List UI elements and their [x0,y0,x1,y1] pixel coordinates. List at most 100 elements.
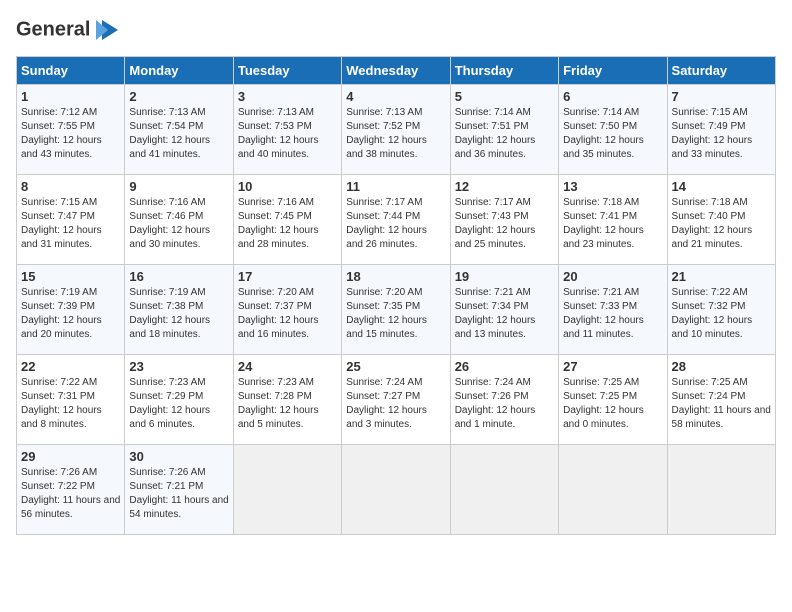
day-number: 21 [672,269,771,284]
day-number: 19 [455,269,554,284]
sunset-label: Sunset: 7:37 PM [238,301,312,312]
sunset-label: Sunset: 7:34 PM [455,301,529,312]
calendar-day-cell: 4 Sunrise: 7:13 AM Sunset: 7:52 PM Dayli… [342,85,450,175]
calendar-table: SundayMondayTuesdayWednesdayThursdayFrid… [16,56,776,535]
day-info: Sunrise: 7:13 AM Sunset: 7:53 PM Dayligh… [238,106,337,162]
daylight-label: Daylight: 12 hours and 28 minutes. [238,225,319,250]
daylight-label: Daylight: 12 hours and 8 minutes. [21,405,102,430]
sunrise-label: Sunrise: 7:25 AM [563,377,639,388]
daylight-label: Daylight: 12 hours and 16 minutes. [238,315,319,340]
sunset-label: Sunset: 7:39 PM [21,301,95,312]
day-number: 1 [21,89,120,104]
sunset-label: Sunset: 7:55 PM [21,121,95,132]
sunset-label: Sunset: 7:26 PM [455,391,529,402]
page-header: General [16,16,776,44]
day-info: Sunrise: 7:24 AM Sunset: 7:26 PM Dayligh… [455,376,554,432]
day-number: 6 [563,89,662,104]
weekday-header-cell: Tuesday [233,57,341,85]
daylight-label: Daylight: 12 hours and 41 minutes. [129,135,210,160]
day-info: Sunrise: 7:22 AM Sunset: 7:31 PM Dayligh… [21,376,120,432]
calendar-day-cell: 14 Sunrise: 7:18 AM Sunset: 7:40 PM Dayl… [667,175,775,265]
sunset-label: Sunset: 7:44 PM [346,211,420,222]
sunrise-label: Sunrise: 7:24 AM [455,377,531,388]
logo: General [16,16,120,44]
daylight-label: Daylight: 12 hours and 0 minutes. [563,405,644,430]
calendar-day-cell: 9 Sunrise: 7:16 AM Sunset: 7:46 PM Dayli… [125,175,233,265]
calendar-day-cell: 20 Sunrise: 7:21 AM Sunset: 7:33 PM Dayl… [559,265,667,355]
calendar-day-cell: 12 Sunrise: 7:17 AM Sunset: 7:43 PM Dayl… [450,175,558,265]
day-number: 14 [672,179,771,194]
sunrise-label: Sunrise: 7:14 AM [563,107,639,118]
day-info: Sunrise: 7:25 AM Sunset: 7:25 PM Dayligh… [563,376,662,432]
sunrise-label: Sunrise: 7:13 AM [346,107,422,118]
day-number: 23 [129,359,228,374]
calendar-day-cell: 28 Sunrise: 7:25 AM Sunset: 7:24 PM Dayl… [667,355,775,445]
day-info: Sunrise: 7:23 AM Sunset: 7:28 PM Dayligh… [238,376,337,432]
day-number: 11 [346,179,445,194]
day-info: Sunrise: 7:12 AM Sunset: 7:55 PM Dayligh… [21,106,120,162]
sunrise-label: Sunrise: 7:22 AM [21,377,97,388]
sunrise-label: Sunrise: 7:26 AM [21,467,97,478]
calendar-day-cell: 3 Sunrise: 7:13 AM Sunset: 7:53 PM Dayli… [233,85,341,175]
day-info: Sunrise: 7:18 AM Sunset: 7:41 PM Dayligh… [563,196,662,252]
daylight-label: Daylight: 12 hours and 20 minutes. [21,315,102,340]
daylight-label: Daylight: 12 hours and 6 minutes. [129,405,210,430]
day-info: Sunrise: 7:22 AM Sunset: 7:32 PM Dayligh… [672,286,771,342]
sunset-label: Sunset: 7:52 PM [346,121,420,132]
day-number: 28 [672,359,771,374]
daylight-label: Daylight: 12 hours and 21 minutes. [672,225,753,250]
sunrise-label: Sunrise: 7:19 AM [129,287,205,298]
sunrise-label: Sunrise: 7:25 AM [672,377,748,388]
day-number: 4 [346,89,445,104]
sunset-label: Sunset: 7:45 PM [238,211,312,222]
day-number: 3 [238,89,337,104]
day-info: Sunrise: 7:14 AM Sunset: 7:51 PM Dayligh… [455,106,554,162]
day-number: 16 [129,269,228,284]
day-number: 5 [455,89,554,104]
day-info: Sunrise: 7:16 AM Sunset: 7:46 PM Dayligh… [129,196,228,252]
sunset-label: Sunset: 7:50 PM [563,121,637,132]
calendar-week-row: 15 Sunrise: 7:19 AM Sunset: 7:39 PM Dayl… [17,265,776,355]
sunset-label: Sunset: 7:35 PM [346,301,420,312]
day-number: 18 [346,269,445,284]
calendar-day-cell: 27 Sunrise: 7:25 AM Sunset: 7:25 PM Dayl… [559,355,667,445]
calendar-day-cell [667,445,775,535]
sunrise-label: Sunrise: 7:23 AM [238,377,314,388]
calendar-day-cell: 21 Sunrise: 7:22 AM Sunset: 7:32 PM Dayl… [667,265,775,355]
sunrise-label: Sunrise: 7:21 AM [455,287,531,298]
sunrise-label: Sunrise: 7:24 AM [346,377,422,388]
calendar-day-cell: 11 Sunrise: 7:17 AM Sunset: 7:44 PM Dayl… [342,175,450,265]
sunset-label: Sunset: 7:31 PM [21,391,95,402]
day-number: 17 [238,269,337,284]
weekday-header-cell: Wednesday [342,57,450,85]
day-info: Sunrise: 7:21 AM Sunset: 7:34 PM Dayligh… [455,286,554,342]
day-number: 27 [563,359,662,374]
daylight-label: Daylight: 12 hours and 3 minutes. [346,405,427,430]
calendar-day-cell [559,445,667,535]
calendar-day-cell: 24 Sunrise: 7:23 AM Sunset: 7:28 PM Dayl… [233,355,341,445]
day-number: 2 [129,89,228,104]
daylight-label: Daylight: 12 hours and 18 minutes. [129,315,210,340]
calendar-day-cell: 29 Sunrise: 7:26 AM Sunset: 7:22 PM Dayl… [17,445,125,535]
sunset-label: Sunset: 7:22 PM [21,481,95,492]
daylight-label: Daylight: 12 hours and 36 minutes. [455,135,536,160]
calendar-day-cell: 1 Sunrise: 7:12 AM Sunset: 7:55 PM Dayli… [17,85,125,175]
sunrise-label: Sunrise: 7:19 AM [21,287,97,298]
day-info: Sunrise: 7:20 AM Sunset: 7:35 PM Dayligh… [346,286,445,342]
day-info: Sunrise: 7:13 AM Sunset: 7:54 PM Dayligh… [129,106,228,162]
sunrise-label: Sunrise: 7:16 AM [238,197,314,208]
calendar-day-cell: 2 Sunrise: 7:13 AM Sunset: 7:54 PM Dayli… [125,85,233,175]
calendar-day-cell: 18 Sunrise: 7:20 AM Sunset: 7:35 PM Dayl… [342,265,450,355]
calendar-day-cell [342,445,450,535]
daylight-label: Daylight: 12 hours and 13 minutes. [455,315,536,340]
day-number: 30 [129,449,228,464]
calendar-week-row: 1 Sunrise: 7:12 AM Sunset: 7:55 PM Dayli… [17,85,776,175]
sunset-label: Sunset: 7:21 PM [129,481,203,492]
sunset-label: Sunset: 7:47 PM [21,211,95,222]
sunrise-label: Sunrise: 7:15 AM [21,197,97,208]
day-info: Sunrise: 7:25 AM Sunset: 7:24 PM Dayligh… [672,376,771,432]
sunset-label: Sunset: 7:40 PM [672,211,746,222]
calendar-day-cell: 5 Sunrise: 7:14 AM Sunset: 7:51 PM Dayli… [450,85,558,175]
calendar-day-cell [233,445,341,535]
calendar-day-cell: 26 Sunrise: 7:24 AM Sunset: 7:26 PM Dayl… [450,355,558,445]
